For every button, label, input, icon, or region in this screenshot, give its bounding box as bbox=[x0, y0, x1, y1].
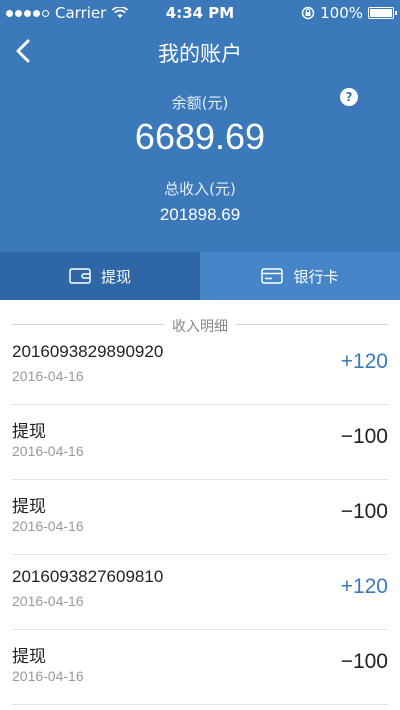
status-right: 100% bbox=[301, 4, 397, 22]
transaction-amount: −100 bbox=[340, 650, 388, 673]
rotation-lock-icon bbox=[301, 6, 315, 20]
page-title: 我的账户 bbox=[158, 42, 242, 66]
transaction-amount: −100 bbox=[340, 500, 388, 523]
transaction-title: 提现 bbox=[12, 497, 46, 516]
transaction-date: 2016-04-16 bbox=[12, 518, 84, 534]
status-bar: Carrier 4:34 PM 100% bbox=[0, 0, 400, 26]
transaction-date: 2016-04-16 bbox=[12, 368, 84, 384]
wallet-icon bbox=[69, 268, 91, 284]
transaction-row[interactable]: 2016093827609810 2016-04-16 +120 bbox=[12, 555, 388, 630]
transaction-amount: +120 bbox=[340, 350, 388, 373]
transaction-date: 2016-04-16 bbox=[12, 443, 84, 459]
battery-percent: 100% bbox=[320, 4, 363, 22]
transaction-row[interactable]: 提现 2016-04-16 −100 bbox=[12, 480, 388, 555]
transaction-list: 2016093829890920 2016-04-16 +120 提现 2016… bbox=[12, 330, 388, 705]
transaction-amount: −100 bbox=[340, 425, 388, 448]
action-tabs: 提现 银行卡 bbox=[0, 252, 400, 300]
transaction-title: 提现 bbox=[12, 647, 46, 666]
battery-icon bbox=[368, 7, 397, 19]
transaction-title: 提现 bbox=[12, 422, 46, 441]
transaction-date: 2016-04-16 bbox=[12, 668, 84, 684]
transaction-amount: +120 bbox=[340, 575, 388, 598]
transaction-row[interactable]: 提现 2016-04-16 −100 bbox=[12, 405, 388, 480]
account-header: Carrier 4:34 PM 100% 我的账户 ? 余额(元) 6689.6… bbox=[0, 0, 400, 252]
total-income-label: 总收入(元) bbox=[164, 180, 236, 198]
withdraw-tab-label: 提现 bbox=[100, 267, 131, 286]
transaction-title: 2016093829890920 bbox=[12, 342, 164, 361]
transaction-title: 2016093827609810 bbox=[12, 567, 164, 586]
withdraw-tab[interactable]: 提现 bbox=[0, 252, 200, 300]
card-icon bbox=[261, 268, 284, 284]
total-income-value: 201898.69 bbox=[159, 205, 241, 224]
balance-label: 余额(元) bbox=[171, 94, 229, 112]
transaction-row[interactable]: 提现 2016-04-16 −100 bbox=[12, 630, 388, 705]
bank-card-tab[interactable]: 银行卡 bbox=[200, 252, 400, 300]
navigation-bar: 我的账户 bbox=[0, 26, 400, 78]
transaction-row[interactable]: 2016093829890920 2016-04-16 +120 bbox=[12, 330, 388, 405]
balance-value: 6689.69 bbox=[134, 116, 266, 157]
transaction-date: 2016-04-16 bbox=[12, 593, 84, 609]
bank-card-tab-label: 银行卡 bbox=[293, 267, 339, 286]
